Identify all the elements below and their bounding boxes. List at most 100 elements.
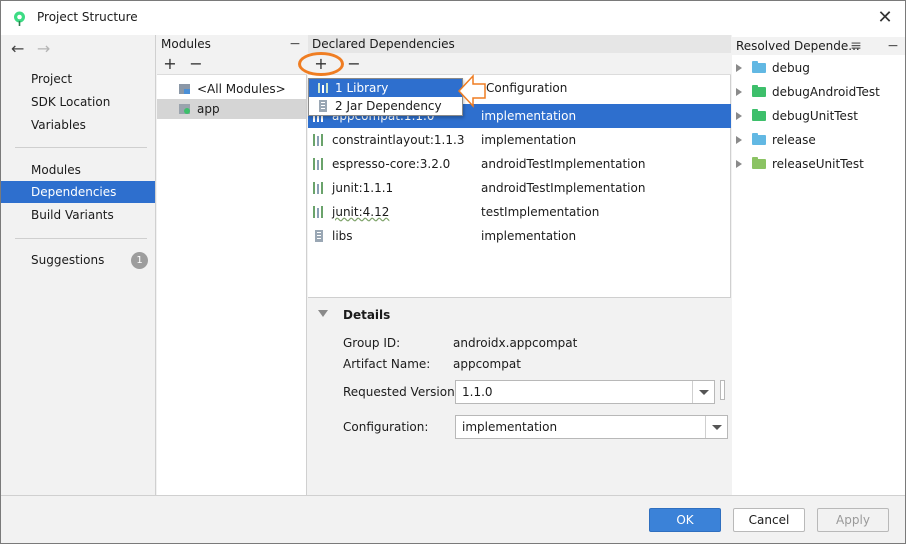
expand-triangle-icon[interactable] [736, 88, 742, 96]
app-module-icon [179, 104, 190, 114]
modules-header-label: Modules [161, 37, 211, 51]
dependency-row[interactable]: libs implementation [308, 224, 731, 248]
close-icon[interactable]: ✕ [875, 8, 895, 28]
android-studio-icon [14, 11, 25, 26]
module-item-label: app [197, 102, 220, 116]
resolved-item-debug[interactable]: debug [732, 56, 905, 80]
folder-icon [752, 109, 766, 121]
dialog-button-bar: OK Cancel Apply [1, 495, 905, 543]
nav-divider [15, 147, 147, 148]
library-icon [318, 83, 328, 93]
configuration-column-header[interactable]: Configuration [486, 81, 567, 95]
left-navigation: ← → Project SDK Location Variables Modul… [1, 35, 156, 495]
nav-item-sdk-location[interactable]: SDK Location [1, 91, 155, 113]
nav-arrows: ← → [11, 39, 59, 61]
resolved-item-label: debugAndroidTest [772, 85, 880, 99]
folder-icon [752, 61, 766, 73]
suggestions-count-badge: 1 [131, 252, 148, 269]
resolved-dependencies-panel: Resolved Depende... ≡ − debug debugAndro… [732, 35, 905, 495]
popup-item-jar-dependency[interactable]: 2 Jar Dependency [309, 97, 462, 115]
popup-item-library-dependency[interactable]: 1 Library Dependency [309, 79, 462, 113]
resolved-header-label: Resolved Depende... [736, 39, 860, 53]
chevron-down-icon[interactable] [705, 416, 727, 438]
add-module-button[interactable]: + [160, 54, 180, 74]
module-item-all-modules[interactable]: <All Modules> [157, 79, 306, 99]
dependency-row[interactable]: constraintlayout:1.1.3 implementation [308, 128, 731, 152]
cancel-button[interactable]: Cancel [733, 508, 805, 532]
all-modules-icon [179, 84, 190, 94]
collapse-triangle-icon[interactable] [318, 310, 328, 317]
nav-item-variables[interactable]: Variables [1, 114, 155, 136]
requested-version-combo[interactable]: 1.1.0 [455, 380, 715, 404]
jar-icon [319, 100, 327, 112]
dependency-name: constraintlayout:1.1.3 [332, 133, 465, 147]
nav-item-build-variants[interactable]: Build Variants [1, 204, 155, 226]
details-panel: Details Group ID: androidx.appcompat Art… [308, 297, 731, 495]
artifact-name-value: appcompat [453, 357, 521, 371]
module-item-label: <All Modules> [197, 82, 286, 96]
nav-item-suggestions-label: Suggestions [31, 253, 105, 267]
ok-button[interactable]: OK [649, 508, 721, 532]
dependency-configuration: implementation [481, 109, 577, 123]
dependency-name: junit:1.1.1 [332, 181, 394, 195]
library-icon [313, 134, 323, 146]
details-title: Details [343, 308, 391, 322]
dependency-row[interactable]: junit:1.1.1 androidTestImplementation [308, 176, 731, 200]
nav-divider [15, 238, 147, 239]
expand-triangle-icon[interactable] [736, 64, 742, 72]
modules-toolbar: + − [157, 53, 307, 75]
hide-panel-icon[interactable]: − [886, 37, 900, 55]
resolved-item-release[interactable]: release [732, 128, 905, 152]
configuration-value: implementation [462, 420, 558, 434]
declared-header: Declared Dependencies [308, 35, 731, 53]
highlight-ring [298, 52, 344, 76]
library-icon [313, 206, 323, 218]
resolved-item-debug-android-test[interactable]: debugAndroidTest [732, 80, 905, 104]
modules-collapse-icon[interactable]: − [288, 35, 302, 53]
resolved-item-label: debugUnitTest [772, 109, 858, 123]
dependency-configuration: implementation [481, 133, 577, 147]
expand-triangle-icon[interactable] [736, 112, 742, 120]
declared-toolbar: + − [308, 53, 731, 75]
remove-module-button[interactable]: − [186, 54, 206, 74]
declared-header-label: Declared Dependencies [312, 37, 455, 51]
forward-arrow-icon[interactable]: → [37, 39, 59, 58]
expand-triangle-icon[interactable] [736, 136, 742, 144]
folder-icon [752, 85, 766, 97]
project-structure-window: Project Structure ✕ ← → Project SDK Loca… [0, 0, 906, 544]
resolved-item-label: debug [772, 61, 810, 75]
dependency-row[interactable]: junit:4.12 testImplementation [308, 200, 731, 224]
resolved-header: Resolved Depende... [732, 37, 905, 55]
nav-item-suggestions[interactable]: Suggestions 1 [1, 249, 155, 271]
collapse-all-icon[interactable]: ≡ [849, 37, 863, 55]
add-dependency-popup: 1 Library Dependency 2 Jar Dependency [308, 78, 463, 116]
library-icon [313, 182, 323, 194]
requested-version-value: 1.1.0 [462, 385, 493, 399]
library-icon [313, 158, 323, 170]
artifact-name-label: Artifact Name: [343, 357, 431, 371]
group-id-label: Group ID: [343, 336, 401, 350]
version-browse-handle[interactable] [720, 380, 725, 400]
window-title: Project Structure [37, 10, 138, 24]
nav-item-modules[interactable]: Modules [1, 159, 155, 181]
configuration-label: Configuration: [343, 420, 429, 434]
dependency-name: junit:4.12 [332, 205, 390, 219]
nav-item-dependencies[interactable]: Dependencies [1, 181, 155, 203]
dependency-name: libs [332, 229, 353, 243]
back-arrow-icon[interactable]: ← [11, 39, 33, 58]
popup-item-label: 2 Jar Dependency [335, 99, 442, 113]
apply-button[interactable]: Apply [817, 508, 889, 532]
callout-arrow-icon [457, 74, 486, 108]
nav-item-project[interactable]: Project [1, 68, 155, 90]
dependency-row[interactable]: espresso-core:3.2.0 androidTestImplement… [308, 152, 731, 176]
configuration-combo[interactable]: implementation [455, 415, 728, 439]
expand-triangle-icon[interactable] [736, 160, 742, 168]
resolved-item-debug-unit-test[interactable]: debugUnitTest [732, 104, 905, 128]
requested-version-label: Requested Version: [343, 385, 459, 399]
chevron-down-icon[interactable] [692, 381, 714, 403]
remove-dependency-button[interactable]: − [344, 54, 364, 74]
module-item-app[interactable]: app [157, 99, 306, 119]
dependency-name: espresso-core:3.2.0 [332, 157, 451, 171]
resolved-item-release-unit-test[interactable]: releaseUnitTest [732, 152, 905, 176]
dependency-configuration: testImplementation [481, 205, 600, 219]
